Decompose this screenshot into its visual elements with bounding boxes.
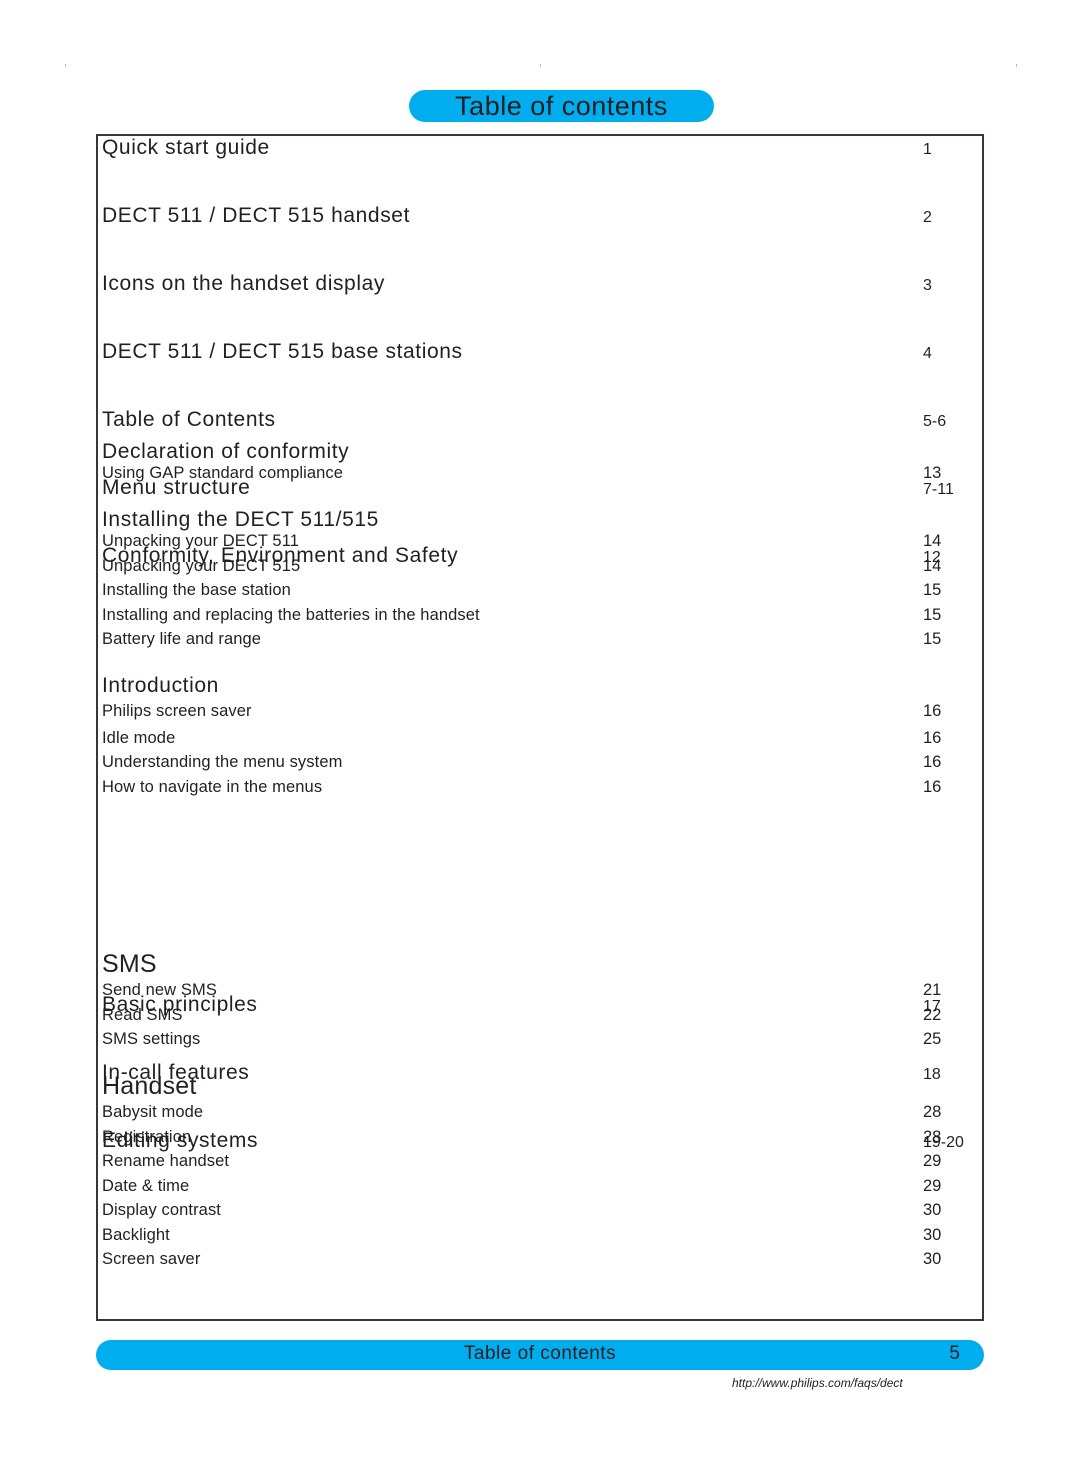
section-heading[interactable]: SMS <box>102 950 982 979</box>
toc-entry-label[interactable]: Table of Contents <box>102 408 276 432</box>
toc-subentry-page: 14 <box>923 532 942 550</box>
toc-subentry-page: 29 <box>923 1152 942 1170</box>
toc-subentry[interactable]: Understanding the menu system 16 <box>102 753 982 778</box>
toc-subentry[interactable]: Philips screen saver 16 <box>102 702 982 729</box>
toc-subentry[interactable]: Using GAP standard compliance 13 <box>102 464 982 489</box>
toc-section-introduction: Introduction Philips screen saver 16 Idl… <box>102 674 982 802</box>
toc-subentry-label[interactable]: Battery life and range <box>102 630 261 649</box>
toc-subentry[interactable]: Installing the base station 15 <box>102 581 982 606</box>
toc-subentry-page: 16 <box>923 702 942 720</box>
toc-subentry-page: 14 <box>923 556 942 575</box>
toc-subentry-label[interactable]: Babysit mode <box>102 1103 203 1122</box>
footer-banner: Table of contents 5 <box>96 1340 984 1370</box>
toc-subentry-page: 28 <box>923 1127 942 1146</box>
toc-subentry[interactable]: Backlight 30 <box>102 1226 982 1251</box>
toc-subentry-page: 25 <box>923 1030 942 1048</box>
toc-subentry-label[interactable]: Read SMS <box>102 1006 183 1025</box>
toc-subentry-page: 15 <box>923 630 942 648</box>
section-heading[interactable]: Handset <box>102 1072 982 1101</box>
toc-subentry[interactable]: Unpacking your DECT 515 14 <box>102 557 982 582</box>
toc-section-declaration: Declaration of conformity Using GAP stan… <box>102 440 982 489</box>
toc-entry-label[interactable]: DECT 511 / DECT 515 handset <box>102 204 410 228</box>
registration-mark-right <box>1016 64 1017 67</box>
footer-section-title: Table of contents <box>463 1343 617 1364</box>
toc-entry-label[interactable]: Icons on the handset display <box>102 272 385 296</box>
toc-subentry[interactable]: Unpacking your DECT 511 14 <box>102 532 982 557</box>
toc-subentry-page: 16 <box>923 728 942 747</box>
toc-subentry-label[interactable]: Display contrast <box>102 1201 221 1220</box>
footer-page-number: 5 <box>949 1343 960 1364</box>
registration-mark-left <box>65 64 66 67</box>
section-heading[interactable]: Installing the DECT 511/515 <box>102 508 982 532</box>
toc-subentry-label[interactable]: Rename handset <box>102 1152 229 1171</box>
footer-url-link[interactable]: http://www.philips.com/faqs/dect <box>732 1376 903 1390</box>
toc-subentry[interactable]: SMS settings 25 <box>102 1030 982 1055</box>
toc-subentry[interactable]: Date & time 29 <box>102 1177 982 1202</box>
toc-subentry-label[interactable]: Understanding the menu system <box>102 753 342 772</box>
toc-entry-page: 5-6 <box>923 413 947 430</box>
toc-subentry-page: 16 <box>923 753 942 771</box>
toc-subentry-label[interactable]: SMS settings <box>102 1030 200 1049</box>
toc-frame: Quick start guide 1 DECT 511 / DECT 515 … <box>96 134 984 1321</box>
toc-subentry-label[interactable]: Idle mode <box>102 729 175 748</box>
toc-subentry[interactable]: Display contrast 30 <box>102 1201 982 1226</box>
section-heading[interactable]: Introduction <box>102 674 982 698</box>
toc-subentry-label[interactable]: Using GAP standard compliance <box>102 464 343 483</box>
toc-subentry[interactable]: Battery life and range 15 <box>102 630 982 655</box>
toc-entry-page: 2 <box>923 209 932 226</box>
toc-subentry-label[interactable]: Installing and replacing the batteries i… <box>102 606 480 625</box>
registration-mark-center <box>540 64 541 67</box>
toc-entry-page: 1 <box>923 141 932 158</box>
toc-subentry-label[interactable]: How to navigate in the menus <box>102 778 322 797</box>
toc-subentry-page: 15 <box>923 581 942 599</box>
toc-subentry[interactable]: Idle mode 16 <box>102 729 982 754</box>
page-title: Table of contents <box>455 90 668 121</box>
toc-subentry-page: 16 <box>923 777 942 796</box>
toc-section-handset: Handset Babysit mode 28 Registration 28 … <box>102 1072 982 1275</box>
toc-subentry-page: 15 <box>923 605 942 624</box>
toc-subentry[interactable]: How to navigate in the menus 16 <box>102 778 982 803</box>
toc-entry-label[interactable]: DECT 511 / DECT 515 base stations <box>102 340 463 364</box>
toc-subentry[interactable]: Rename handset 29 <box>102 1152 982 1177</box>
toc-subentry-label[interactable]: Date & time <box>102 1177 189 1196</box>
toc-section-installing: Installing the DECT 511/515 Unpacking yo… <box>102 508 982 655</box>
toc-subentry-page: 21 <box>923 981 942 999</box>
toc-subentry-page: 30 <box>923 1250 942 1268</box>
toc-entry[interactable]: Quick start guide 1 <box>102 136 986 161</box>
toc-section-sms: SMS Send new SMS 21 Read SMS 22 SMS sett… <box>102 950 982 1055</box>
toc-entry-page: 3 <box>923 277 932 294</box>
toc-subentry-page: 28 <box>923 1103 942 1121</box>
toc-subentry[interactable]: Read SMS 22 <box>102 1006 982 1031</box>
toc-subentry-label[interactable]: Unpacking your DECT 511 <box>102 532 299 551</box>
toc-subentry[interactable]: Screen saver 30 <box>102 1250 982 1275</box>
toc-entry[interactable]: Table of Contents 5-6 <box>102 408 986 433</box>
toc-subentry-label[interactable]: Backlight <box>102 1226 170 1245</box>
toc-entry-label[interactable]: Quick start guide <box>102 136 270 160</box>
toc-subentry[interactable]: Registration 28 <box>102 1128 982 1153</box>
toc-entry[interactable]: DECT 511 / DECT 515 handset 2 <box>102 204 986 229</box>
toc-subentry-page: 30 <box>923 1201 942 1219</box>
toc-subentry-page: 22 <box>923 1005 942 1024</box>
toc-entry[interactable]: DECT 511 / DECT 515 base stations 4 <box>102 340 986 365</box>
toc-entry-page: 4 <box>923 345 932 362</box>
page-title-banner: Table of contents <box>409 90 714 122</box>
toc-subentry-label[interactable]: Send new SMS <box>102 981 217 1000</box>
toc-entry[interactable]: Icons on the handset display 3 <box>102 272 986 297</box>
toc-subentry-label[interactable]: Installing the base station <box>102 581 291 600</box>
toc-subentry[interactable]: Babysit mode 28 <box>102 1103 982 1128</box>
toc-subentry[interactable]: Installing and replacing the batteries i… <box>102 606 982 631</box>
section-heading[interactable]: Declaration of conformity <box>102 440 982 464</box>
toc-subentry-label[interactable]: Unpacking your DECT 515 <box>102 557 300 576</box>
toc-subentry-label[interactable]: Screen saver <box>102 1250 200 1269</box>
toc-subentry-page: 13 <box>923 464 942 482</box>
toc-subentry-page: 30 <box>923 1225 942 1244</box>
toc-subentry[interactable]: Send new SMS 21 <box>102 981 982 1006</box>
toc-subentry-label[interactable]: Registration <box>102 1128 191 1147</box>
toc-subentry-label[interactable]: Philips screen saver <box>102 702 252 721</box>
toc-subentry-page: 29 <box>923 1176 942 1195</box>
